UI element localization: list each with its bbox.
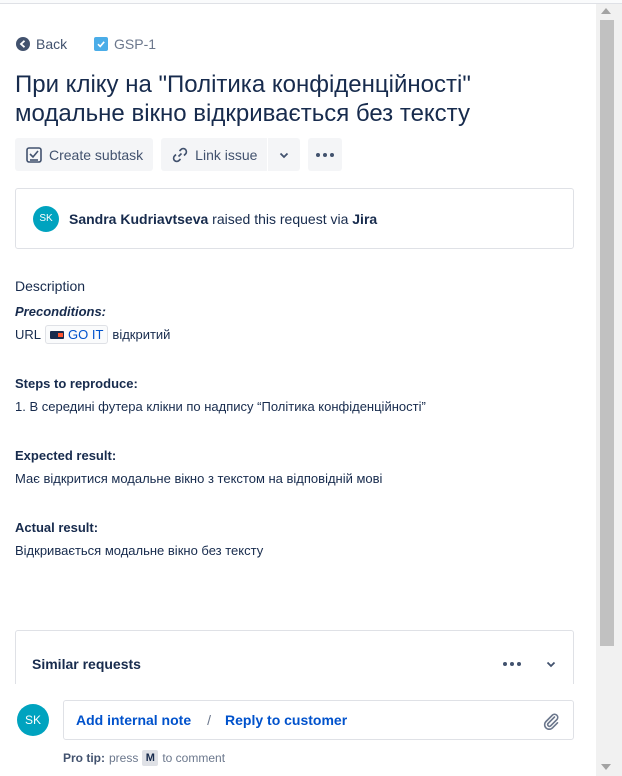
chevron-down-icon bbox=[280, 152, 289, 158]
issue-title: При кліку на "Політика конфіденційності"… bbox=[15, 71, 471, 127]
create-subtask-label: Create subtask bbox=[49, 146, 144, 163]
actual-section: Actual result: Відкривається модальне ві… bbox=[15, 520, 263, 558]
more-actions-button[interactable] bbox=[308, 138, 343, 171]
create-subtask-button[interactable]: Create subtask bbox=[15, 138, 154, 171]
raised-channel: Jira bbox=[352, 210, 378, 227]
url-line: URL GO IT відкритий bbox=[15, 325, 170, 344]
preconditions-heading: Preconditions: bbox=[15, 304, 107, 319]
expected-section: Expected result: Має відкритися модальне… bbox=[15, 448, 382, 486]
current-user-avatar[interactable]: SK bbox=[17, 704, 49, 736]
protip-key: M bbox=[142, 750, 159, 766]
url-suffix: відкритий bbox=[112, 327, 171, 342]
chevron-down-icon[interactable] bbox=[545, 658, 557, 670]
top-border bbox=[0, 0, 622, 4]
actual-heading: Actual result: bbox=[15, 520, 99, 535]
issue-key-breadcrumb[interactable]: GSP-1 bbox=[94, 36, 156, 52]
issue-toolbar: Create subtask Link issue bbox=[15, 138, 343, 171]
more-dots-icon bbox=[316, 152, 335, 157]
reply-to-customer-link[interactable]: Reply to customer bbox=[225, 712, 347, 728]
subtask-icon bbox=[26, 146, 42, 163]
goit-logo-icon bbox=[50, 330, 65, 339]
raised-middle-text: raised this request via bbox=[208, 210, 353, 227]
similar-requests-panel: Similar requests bbox=[15, 630, 574, 684]
link-issue-label: Link issue bbox=[195, 146, 258, 163]
expected-text: Має відкритися модальне вікно з текстом … bbox=[15, 471, 383, 486]
steps-heading: Steps to reproduce: bbox=[15, 376, 138, 391]
pro-tip: Pro tip: press M to comment bbox=[63, 750, 225, 766]
comment-box[interactable]: Add internal note / Reply to customer bbox=[63, 700, 574, 740]
steps-text: 1. В середині футера клікни по надпису “… bbox=[15, 399, 426, 414]
back-link[interactable]: Back bbox=[16, 36, 67, 52]
link-issue-group: Link issue bbox=[161, 138, 301, 171]
protip-suffix: to comment bbox=[162, 751, 226, 765]
expected-heading: Expected result: bbox=[15, 448, 117, 463]
steps-section: Steps to reproduce: 1. В середині футера… bbox=[15, 376, 426, 414]
link-issue-button[interactable]: Link issue bbox=[161, 138, 268, 171]
protip-press: press bbox=[109, 751, 139, 765]
scroll-down-arrow-icon[interactable] bbox=[601, 764, 611, 770]
similar-more-icon[interactable] bbox=[503, 661, 521, 666]
reporter-name[interactable]: Sandra Kudriavtseva bbox=[69, 211, 208, 227]
paperclip-icon[interactable] bbox=[541, 711, 561, 731]
arrow-left-circle-icon bbox=[16, 37, 30, 51]
request-raised-card: SK Sandra Kudriavtseva raised this reque… bbox=[15, 188, 574, 249]
back-label: Back bbox=[36, 36, 68, 52]
preconditions-section: Preconditions: URL GO IT відкритий bbox=[15, 304, 170, 344]
url-smart-link[interactable]: GO IT bbox=[45, 325, 109, 344]
description-label: Description bbox=[15, 278, 86, 294]
issue-key: GSP-1 bbox=[114, 36, 157, 52]
link-icon bbox=[172, 147, 188, 162]
similar-requests-title: Similar requests bbox=[32, 655, 141, 672]
comment-separator: / bbox=[207, 712, 212, 728]
scroll-up-arrow-icon[interactable] bbox=[601, 8, 611, 14]
scrollbar-thumb[interactable] bbox=[600, 20, 614, 646]
link-issue-dropdown-button[interactable] bbox=[268, 138, 301, 171]
url-chip-label: GO IT bbox=[68, 327, 104, 342]
protip-label: Pro tip: bbox=[63, 751, 105, 765]
add-internal-note-link[interactable]: Add internal note bbox=[76, 712, 191, 728]
raised-text: Sandra Kudriavtseva raised this request … bbox=[69, 211, 377, 227]
reporter-avatar[interactable]: SK bbox=[33, 205, 59, 232]
actual-text: Відкривається модальне вікно без тексту bbox=[15, 543, 264, 558]
task-checkbox-icon bbox=[94, 37, 108, 51]
url-prefix: URL bbox=[15, 327, 42, 342]
similar-actions bbox=[503, 658, 557, 670]
